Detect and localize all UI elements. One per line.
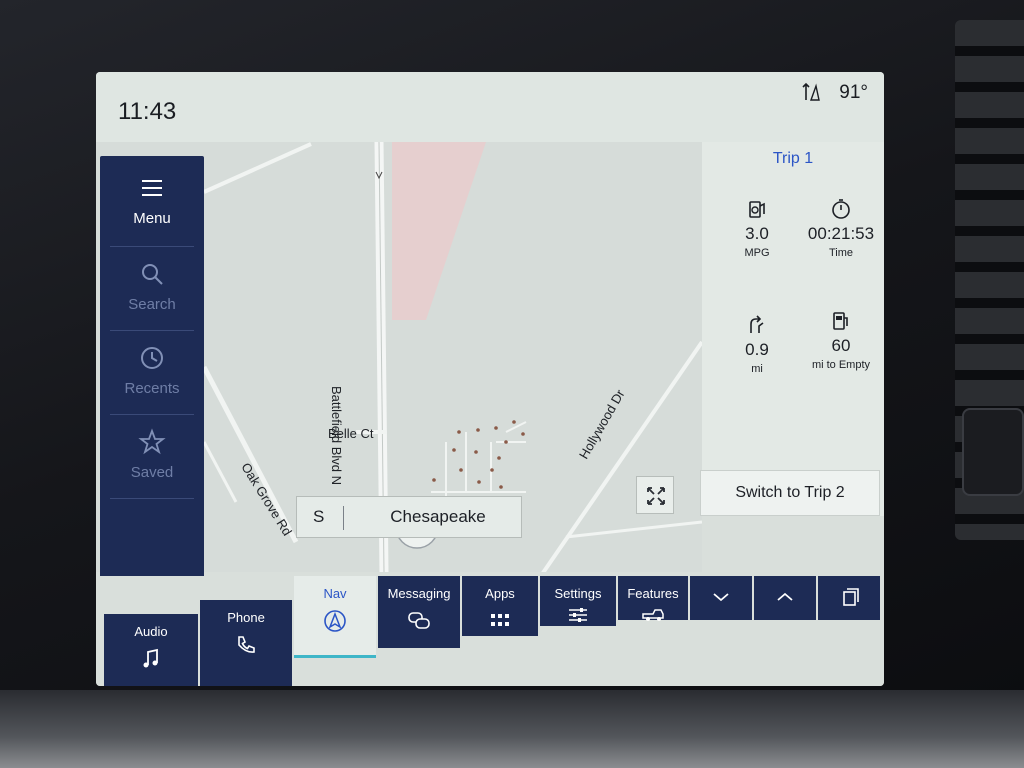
status-bar: 11:43 91° xyxy=(96,72,884,142)
tab-label: Messaging xyxy=(387,586,451,601)
expand-icon xyxy=(647,487,665,505)
chevron-up-icon xyxy=(777,592,793,601)
fuel-economy-icon xyxy=(749,201,765,218)
menu-icon xyxy=(142,180,162,196)
bottom-tab-bar: Audio Phone Nav Messaging Apps Settings … xyxy=(96,576,884,686)
mpg-metric: 3.0 MPG xyxy=(712,198,802,259)
nav-sidebar: Menu Search Recents Saved xyxy=(100,156,204,588)
stopwatch-icon xyxy=(832,199,850,219)
truck-icon xyxy=(642,609,664,621)
search-button[interactable]: Search xyxy=(100,246,204,330)
windows-icon xyxy=(843,588,859,606)
range-unit: mi to Empty xyxy=(811,359,871,371)
time-value: 00:21:53 xyxy=(807,224,875,243)
tab-label: Audio xyxy=(134,624,168,639)
time-metric: 00:21:53 Time xyxy=(796,198,884,259)
range-metric: 60 mi to Empty xyxy=(796,310,884,371)
recents-icon xyxy=(141,347,163,369)
multitask-button[interactable] xyxy=(818,576,880,620)
recents-label: Recents xyxy=(124,380,180,397)
saved-button[interactable]: Saved xyxy=(100,414,204,498)
mpg-value: 3.0 xyxy=(745,224,769,243)
compass-icon xyxy=(802,82,820,101)
destination-name: Chesapeake xyxy=(390,507,486,526)
grid-icon xyxy=(491,614,509,626)
star-icon xyxy=(138,428,166,455)
tab-apps[interactable]: Apps xyxy=(462,576,538,636)
navigation-icon xyxy=(324,610,346,632)
trip-panel: Trip 1 3.0 MPG 00:21:53 Time 0.9 mi 60 m… xyxy=(702,142,884,516)
saved-label: Saved xyxy=(130,464,174,481)
tab-audio[interactable]: Audio xyxy=(104,614,198,686)
expand-button[interactable] xyxy=(754,576,816,620)
vent-control xyxy=(962,408,1024,496)
music-note-icon xyxy=(143,648,158,668)
mpg-unit: MPG xyxy=(744,247,770,259)
dashboard-trim xyxy=(0,690,1024,768)
tab-settings[interactable]: Settings xyxy=(540,576,616,626)
tab-label: Apps xyxy=(485,586,515,601)
tab-label: Settings xyxy=(554,586,602,601)
sliders-icon xyxy=(569,608,587,622)
chevron-down-icon xyxy=(713,593,729,602)
fullscreen-button[interactable] xyxy=(636,476,674,514)
distance-value: 0.9 xyxy=(745,340,769,359)
tab-label: Phone xyxy=(227,610,265,625)
divider xyxy=(110,498,194,499)
time-unit: Time xyxy=(828,247,854,259)
fuel-pump-icon xyxy=(833,312,848,330)
switch-trip-button[interactable]: Switch to Trip 2 xyxy=(700,470,880,516)
distance-icon xyxy=(750,315,764,333)
phone-icon xyxy=(238,636,255,653)
trip-title: Trip 1 xyxy=(772,150,814,167)
clock: 11:43 xyxy=(118,98,177,125)
menu-button[interactable]: Menu xyxy=(100,160,204,244)
collapse-button[interactable] xyxy=(690,576,752,620)
tab-label: Features xyxy=(627,586,679,601)
street-label: Battlefield Blvd N xyxy=(329,386,344,485)
menu-label: Menu xyxy=(133,210,171,227)
tab-messaging[interactable]: Messaging xyxy=(378,576,460,648)
divider xyxy=(343,506,344,530)
chat-icon xyxy=(408,612,430,629)
distance-metric: 0.9 mi xyxy=(712,314,802,375)
distance-unit: mi xyxy=(751,363,763,375)
tab-phone[interactable]: Phone xyxy=(200,600,292,686)
range-value: 60 xyxy=(831,336,851,355)
search-icon xyxy=(142,264,163,285)
tab-label: Nav xyxy=(323,586,347,601)
search-prefix: S xyxy=(313,507,325,526)
search-label: Search xyxy=(128,296,176,313)
outside-temperature: 91° xyxy=(839,82,868,103)
destination-bar[interactable]: S Chesapeake xyxy=(296,496,522,538)
tab-features[interactable]: Features xyxy=(618,576,688,621)
tab-nav[interactable]: Nav xyxy=(294,576,376,658)
recents-button[interactable]: Recents xyxy=(100,330,204,414)
infotainment-screen: 11:43 91° Belle Ct Battlefield Blvd N Oa… xyxy=(96,72,884,686)
